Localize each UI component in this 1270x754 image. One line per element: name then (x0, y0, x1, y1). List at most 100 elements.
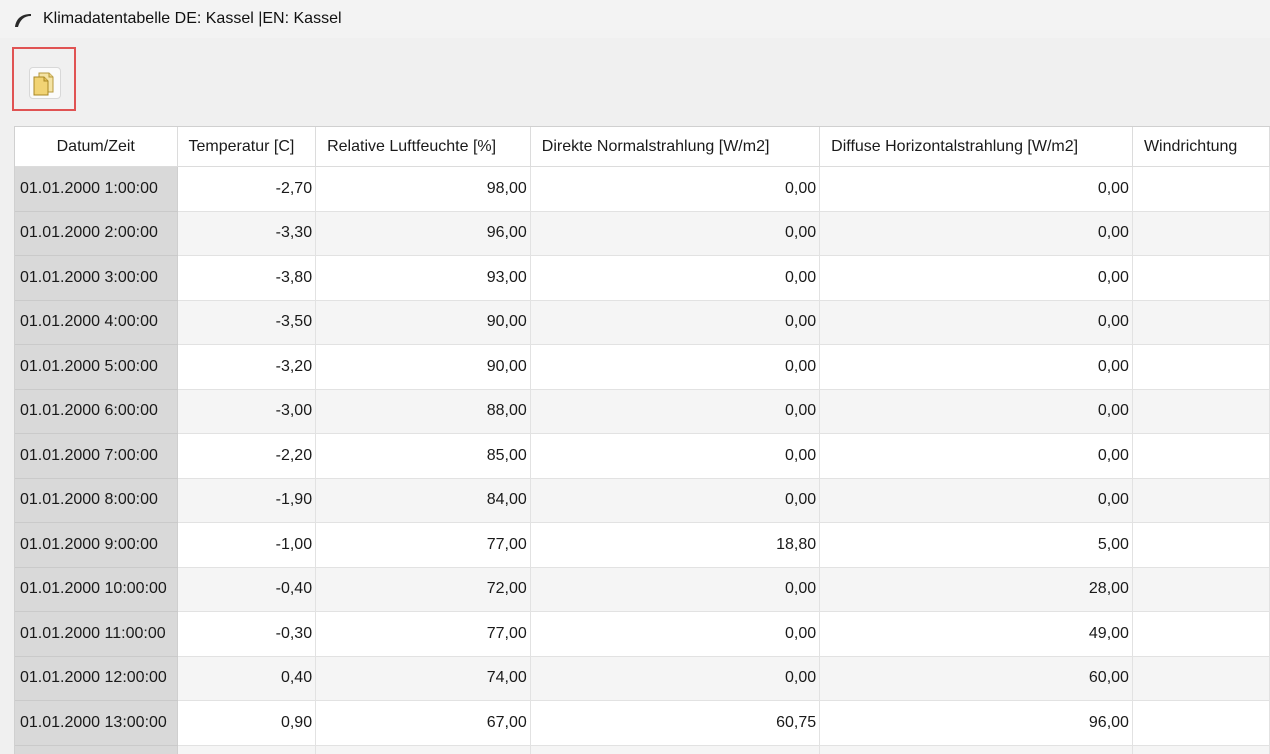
cell-datetime[interactable]: 01.01.2000 1:00:00 (15, 166, 178, 212)
table-row[interactable]: 01.01.2000 10:00:00 -0,40 72,00 0,00 28,00 (15, 567, 1270, 612)
cell-relative-humidity[interactable]: 90,00 (315, 344, 531, 390)
cell-direct-normal-radiation[interactable]: 0,00 (530, 211, 821, 256)
climate-data-grid[interactable]: Datum/Zeit Temperatur [C] Relative Luftf… (14, 126, 1270, 754)
cell-direct-normal-radiation[interactable]: 0,00 (530, 478, 821, 523)
cell-direct-normal-radiation[interactable]: 0,00 (530, 656, 821, 701)
table-row[interactable]: 01.01.2000 9:00:00 -1,00 77,00 18,80 5,00 (15, 522, 1270, 568)
cell-direct-normal-radiation[interactable]: 0,00 (530, 166, 821, 212)
column-header-wind-direction[interactable]: Windrichtung (1132, 127, 1270, 167)
cell-relative-humidity[interactable]: 84,00 (315, 478, 531, 523)
cell-relative-humidity[interactable]: 88,00 (315, 389, 531, 434)
table-cell-empty[interactable] (315, 745, 531, 754)
table-cell-empty[interactable] (530, 745, 821, 754)
cell-wind-direction[interactable] (1132, 344, 1270, 390)
table-row[interactable]: 01.01.2000 11:00:00 -0,30 77,00 0,00 49,00 (15, 611, 1270, 657)
cell-relative-humidity[interactable]: 72,00 (315, 567, 531, 612)
cell-temperature[interactable]: 0,90 (177, 700, 317, 746)
cell-wind-direction[interactable] (1132, 389, 1270, 434)
table-row[interactable]: 01.01.2000 3:00:00 -3,80 93,00 0,00 0,00 (15, 255, 1270, 301)
cell-diffuse-horizontal-radiation[interactable]: 0,00 (819, 255, 1133, 301)
cell-relative-humidity[interactable]: 85,00 (315, 433, 531, 479)
cell-direct-normal-radiation[interactable]: 0,00 (530, 611, 821, 657)
cell-datetime[interactable]: 01.01.2000 13:00:00 (15, 700, 178, 746)
cell-diffuse-horizontal-radiation[interactable]: 5,00 (819, 522, 1133, 568)
cell-wind-direction[interactable] (1132, 255, 1270, 301)
cell-temperature[interactable]: -3,20 (177, 344, 317, 390)
cell-wind-direction[interactable] (1132, 522, 1270, 568)
cell-direct-normal-radiation[interactable]: 0,00 (530, 567, 821, 612)
table-row[interactable]: 01.01.2000 12:00:00 0,40 74,00 0,00 60,00 (15, 656, 1270, 701)
cell-wind-direction[interactable] (1132, 567, 1270, 612)
cell-direct-normal-radiation[interactable]: 0,00 (530, 300, 821, 345)
cell-datetime[interactable]: 01.01.2000 10:00:00 (15, 567, 178, 612)
table-row[interactable]: 01.01.2000 5:00:00 -3,20 90,00 0,00 0,00 (15, 344, 1270, 390)
cell-temperature[interactable]: -3,00 (177, 389, 317, 434)
cell-datetime[interactable]: 01.01.2000 5:00:00 (15, 344, 178, 390)
cell-diffuse-horizontal-radiation[interactable]: 49,00 (819, 611, 1133, 657)
cell-wind-direction[interactable] (1132, 700, 1270, 746)
cell-relative-humidity[interactable]: 67,00 (315, 700, 531, 746)
table-cell-empty[interactable] (15, 745, 178, 754)
copy-button[interactable] (12, 47, 76, 111)
cell-direct-normal-radiation[interactable]: 60,75 (530, 700, 821, 746)
cell-relative-humidity[interactable]: 93,00 (315, 255, 531, 301)
cell-relative-humidity[interactable]: 77,00 (315, 611, 531, 657)
cell-diffuse-horizontal-radiation[interactable]: 0,00 (819, 478, 1133, 523)
column-header-relative-humidity[interactable]: Relative Luftfeuchte [%] (315, 127, 531, 167)
cell-diffuse-horizontal-radiation[interactable]: 28,00 (819, 567, 1133, 612)
cell-diffuse-horizontal-radiation[interactable]: 96,00 (819, 700, 1133, 746)
cell-direct-normal-radiation[interactable]: 0,00 (530, 344, 821, 390)
cell-datetime[interactable]: 01.01.2000 4:00:00 (15, 300, 178, 345)
table-row[interactable]: 01.01.2000 8:00:00 -1,90 84,00 0,00 0,00 (15, 478, 1270, 523)
cell-wind-direction[interactable] (1132, 478, 1270, 523)
cell-relative-humidity[interactable]: 96,00 (315, 211, 531, 256)
cell-wind-direction[interactable] (1132, 611, 1270, 657)
column-header-datetime[interactable]: Datum/Zeit (15, 127, 178, 167)
cell-direct-normal-radiation[interactable]: 0,00 (530, 255, 821, 301)
cell-diffuse-horizontal-radiation[interactable]: 60,00 (819, 656, 1133, 701)
cell-wind-direction[interactable] (1132, 656, 1270, 701)
cell-temperature[interactable]: -0,40 (177, 567, 317, 612)
cell-direct-normal-radiation[interactable]: 0,00 (530, 433, 821, 479)
cell-wind-direction[interactable] (1132, 166, 1270, 212)
cell-datetime[interactable]: 01.01.2000 2:00:00 (15, 211, 178, 256)
cell-temperature[interactable]: -0,30 (177, 611, 317, 657)
cell-temperature[interactable]: -1,00 (177, 522, 317, 568)
table-cell-empty[interactable] (177, 745, 317, 754)
cell-datetime[interactable]: 01.01.2000 8:00:00 (15, 478, 178, 523)
table-row-partial[interactable] (15, 745, 1270, 754)
cell-temperature[interactable]: -2,20 (177, 433, 317, 479)
cell-direct-normal-radiation[interactable]: 18,80 (530, 522, 821, 568)
cell-datetime[interactable]: 01.01.2000 3:00:00 (15, 255, 178, 301)
cell-direct-normal-radiation[interactable]: 0,00 (530, 389, 821, 434)
cell-datetime[interactable]: 01.01.2000 6:00:00 (15, 389, 178, 434)
cell-diffuse-horizontal-radiation[interactable]: 0,00 (819, 211, 1133, 256)
cell-diffuse-horizontal-radiation[interactable]: 0,00 (819, 344, 1133, 390)
cell-wind-direction[interactable] (1132, 433, 1270, 479)
table-row[interactable]: 01.01.2000 4:00:00 -3,50 90,00 0,00 0,00 (15, 300, 1270, 345)
table-cell-empty[interactable] (819, 745, 1133, 754)
column-header-direct-normal-radiation[interactable]: Direkte Normalstrahlung [W/m2] (530, 127, 821, 167)
cell-datetime[interactable]: 01.01.2000 9:00:00 (15, 522, 178, 568)
cell-diffuse-horizontal-radiation[interactable]: 0,00 (819, 300, 1133, 345)
table-row[interactable]: 01.01.2000 1:00:00 -2,70 98,00 0,00 0,00 (15, 166, 1270, 212)
cell-diffuse-horizontal-radiation[interactable]: 0,00 (819, 389, 1133, 434)
cell-wind-direction[interactable] (1132, 300, 1270, 345)
table-row[interactable]: 01.01.2000 6:00:00 -3,00 88,00 0,00 0,00 (15, 389, 1270, 434)
table-cell-empty[interactable] (1132, 745, 1270, 754)
cell-temperature[interactable]: -3,80 (177, 255, 317, 301)
cell-relative-humidity[interactable]: 74,00 (315, 656, 531, 701)
cell-datetime[interactable]: 01.01.2000 11:00:00 (15, 611, 178, 657)
cell-temperature[interactable]: -3,30 (177, 211, 317, 256)
cell-temperature[interactable]: -3,50 (177, 300, 317, 345)
cell-datetime[interactable]: 01.01.2000 12:00:00 (15, 656, 178, 701)
cell-relative-humidity[interactable]: 98,00 (315, 166, 531, 212)
cell-relative-humidity[interactable]: 77,00 (315, 522, 531, 568)
cell-temperature[interactable]: -2,70 (177, 166, 317, 212)
cell-datetime[interactable]: 01.01.2000 7:00:00 (15, 433, 178, 479)
table-row[interactable]: 01.01.2000 7:00:00 -2,20 85,00 0,00 0,00 (15, 433, 1270, 479)
column-header-diffuse-horizontal-radiation[interactable]: Diffuse Horizontalstrahlung [W/m2] (819, 127, 1133, 167)
cell-diffuse-horizontal-radiation[interactable]: 0,00 (819, 166, 1133, 212)
cell-relative-humidity[interactable]: 90,00 (315, 300, 531, 345)
table-row[interactable]: 01.01.2000 2:00:00 -3,30 96,00 0,00 0,00 (15, 211, 1270, 256)
